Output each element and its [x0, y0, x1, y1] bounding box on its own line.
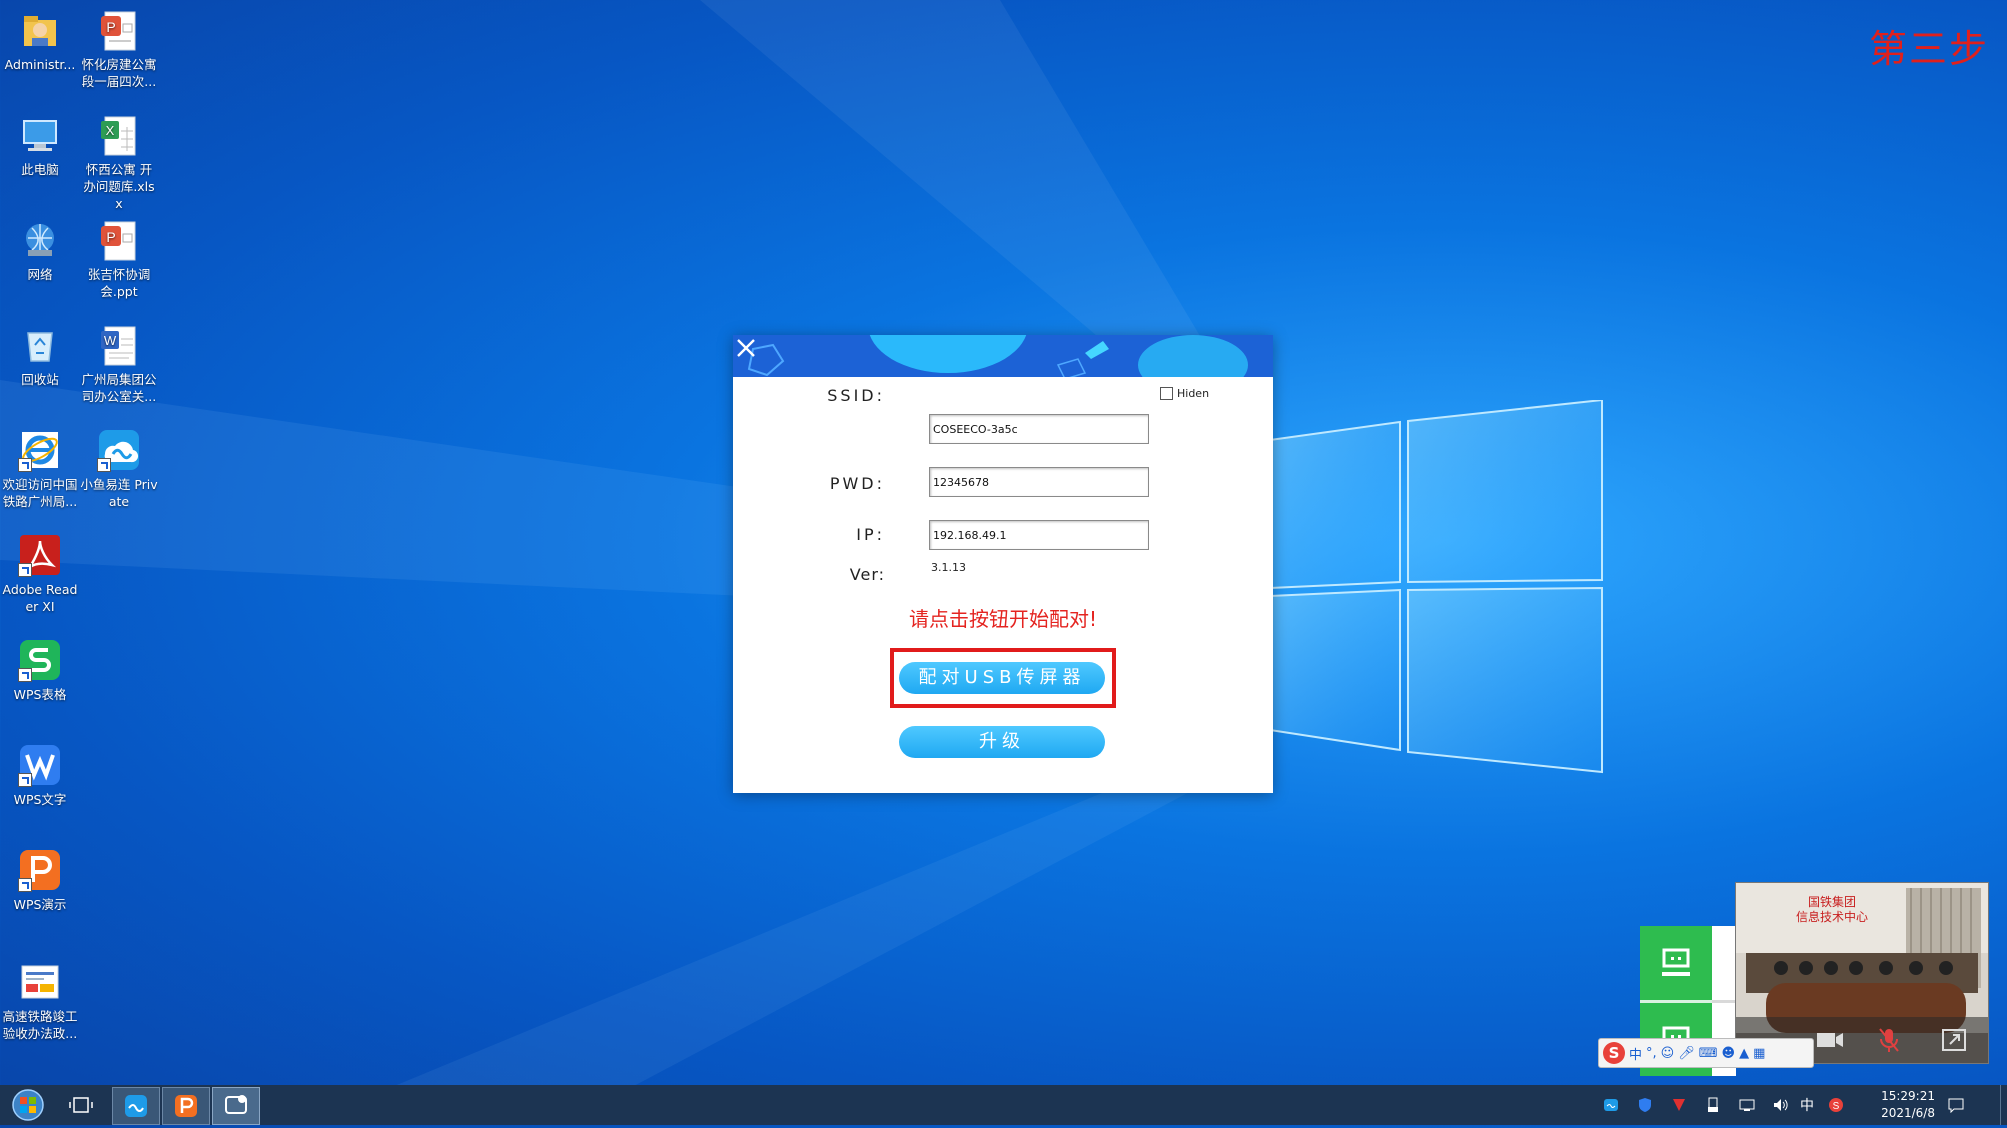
usb-pairing-dialog: SSID: Hiden PWD: IP: Ver: 3.1.13 请点击按钮开始…: [733, 335, 1273, 793]
taskbar-xiaoyu[interactable]: [112, 1087, 160, 1125]
upgrade-button[interactable]: 升级: [899, 726, 1105, 758]
close-icon[interactable]: [733, 335, 759, 361]
dialog-header: [733, 335, 1273, 377]
pwd-input[interactable]: [929, 467, 1149, 497]
wps-spreadsheet-icon: [18, 638, 62, 682]
windows-logo: [1269, 400, 1603, 774]
ip-input[interactable]: [929, 520, 1149, 550]
pairing-app-taskbar-icon: [225, 1095, 247, 1114]
notification-icon[interactable]: [1948, 1097, 1964, 1113]
show-desktop-button[interactable]: [2000, 1085, 2007, 1125]
version-value: 3.1.13: [931, 561, 966, 574]
xlsx-file-icon: X: [97, 113, 141, 157]
ppt-file-icon: P: [97, 8, 141, 52]
network-icon: [18, 218, 62, 262]
desktop-icon-xlsx-file[interactable]: X 怀西公寓 开办问题库.xlsx: [80, 113, 158, 212]
skin-icon[interactable]: ▲: [1739, 1046, 1749, 1061]
desktop-icon-word-file[interactable]: W 广州局集团公司办公室关...: [80, 323, 158, 405]
ssid-input[interactable]: [929, 414, 1149, 444]
adobe-reader-icon: [18, 533, 62, 577]
desktop-icon-ppt-file[interactable]: P 怀化房建公寓段一届四次...: [80, 8, 158, 90]
desktop-icon-adobe-reader[interactable]: Adobe Reader XI: [1, 533, 79, 615]
grid-menu-icon[interactable]: ▦: [1753, 1046, 1765, 1061]
ime-language-indicator[interactable]: 中: [1800, 1095, 1816, 1114]
hidden-checkbox-label: Hiden: [1177, 387, 1210, 400]
sogou-tray-icon[interactable]: S: [1828, 1097, 1844, 1113]
wps-writer-icon: [18, 743, 62, 787]
sogou-logo-icon: S: [1603, 1042, 1625, 1064]
svg-text:W: W: [104, 333, 117, 348]
railway-doc-icon: [18, 960, 62, 1004]
svg-text:P: P: [106, 229, 115, 245]
cloud-tray-icon[interactable]: [1603, 1097, 1619, 1113]
svg-text:X: X: [106, 123, 115, 138]
desktop-icon-wps-presentation[interactable]: WPS演示: [1, 848, 79, 913]
shield-tray-icon[interactable]: [1637, 1097, 1653, 1113]
taskbar-wps-presentation[interactable]: [162, 1087, 210, 1125]
xiaoyu-icon: [97, 428, 141, 472]
ime-toolbar[interactable]: S 中 °, ☺ 🎤︎ ⌨ ☻ ▲ ▦: [1598, 1038, 1814, 1068]
desktop-icon-wps-spreadsheet[interactable]: WPS表格: [1, 638, 79, 703]
video-preview[interactable]: 国铁集团 信息技术中心: [1735, 882, 1989, 1064]
desktop-icon-recycle-bin[interactable]: 回收站: [1, 323, 79, 388]
user-icon[interactable]: ☻: [1722, 1046, 1736, 1061]
device-icon[interactable]: [1660, 946, 1692, 980]
pwd-label: PWD:: [829, 474, 885, 493]
task-view-icon[interactable]: [58, 1087, 104, 1123]
this-pc-icon: [18, 113, 62, 157]
emoji-icon[interactable]: ☺: [1661, 1046, 1675, 1061]
administrator-icon: [18, 8, 62, 52]
wps-presentation-taskbar-icon: [175, 1095, 197, 1117]
recycle-bin-icon: [18, 323, 62, 367]
hidden-checkbox[interactable]: Hiden: [1160, 387, 1209, 400]
usb-tray-icon[interactable]: [1705, 1097, 1721, 1113]
ppt-file-icon-2: P: [97, 218, 141, 262]
mic-muted-icon[interactable]: [1878, 1027, 1900, 1053]
ime-mode[interactable]: 中: [1629, 1044, 1642, 1063]
desktop-icon-network[interactable]: 网络: [1, 218, 79, 283]
svg-text:S: S: [1833, 1101, 1840, 1112]
step-label: 第三步: [1868, 27, 1989, 71]
camera-icon[interactable]: [1816, 1029, 1844, 1051]
ssid-label: SSID:: [827, 386, 885, 405]
clock-date: 2021/6/8: [1881, 1106, 1935, 1120]
ip-label: IP:: [856, 525, 885, 544]
network-tray-icon[interactable]: [1739, 1097, 1755, 1113]
checkbox-square[interactable]: [1160, 387, 1173, 400]
keyboard-icon[interactable]: ⌨: [1699, 1046, 1718, 1061]
taskbar-clock[interactable]: 15:29:21 2021/6/8: [1881, 1088, 1935, 1122]
video-sign-line2: 信息技术中心: [1796, 910, 1869, 924]
taskbar: 中 S 15:29:21 2021/6/8: [0, 1085, 2007, 1125]
desktop-icon-railway-doc[interactable]: 高速铁路竣工验收办法政...: [1, 960, 79, 1042]
desktop-icon-ppt-file-2[interactable]: P 张吉怀协调会.ppt: [80, 218, 158, 300]
start-button-icon[interactable]: [6, 1087, 52, 1123]
desktop-icon-xiaoyu[interactable]: 小鱼易连 Private: [80, 428, 158, 510]
taskbar-pairing-app[interactable]: [212, 1087, 260, 1125]
xiaoyu-taskbar-icon: [125, 1095, 147, 1117]
wps-presentation-icon: [18, 848, 62, 892]
punctuation-icon[interactable]: °,: [1646, 1046, 1657, 1061]
desktop-icon-this-pc[interactable]: 此电脑: [1, 113, 79, 178]
desktop-icon-wps-writer[interactable]: WPS文字: [1, 743, 79, 808]
volume-icon[interactable]: [1773, 1097, 1789, 1113]
desktop-icon-administrator[interactable]: Administr...: [1, 8, 79, 73]
video-sign-line1: 国铁集团: [1808, 895, 1857, 909]
pairing-prompt: 请点击按钮开始配对!: [908, 607, 1098, 631]
clock-time: 15:29:21: [1881, 1089, 1935, 1103]
pair-usb-button[interactable]: 配对USB传屏器: [899, 662, 1105, 694]
ie-icon: [18, 428, 62, 472]
expand-icon[interactable]: [1942, 1029, 1966, 1051]
svg-text:P: P: [106, 19, 115, 35]
antivirus-tray-icon[interactable]: [1671, 1097, 1687, 1113]
ver-label: Ver:: [849, 565, 885, 584]
word-file-icon: W: [97, 323, 141, 367]
desktop-icon-ie[interactable]: 欢迎访问中国铁路广州局...: [1, 428, 79, 510]
voice-icon[interactable]: 🎤︎: [1678, 1046, 1695, 1061]
